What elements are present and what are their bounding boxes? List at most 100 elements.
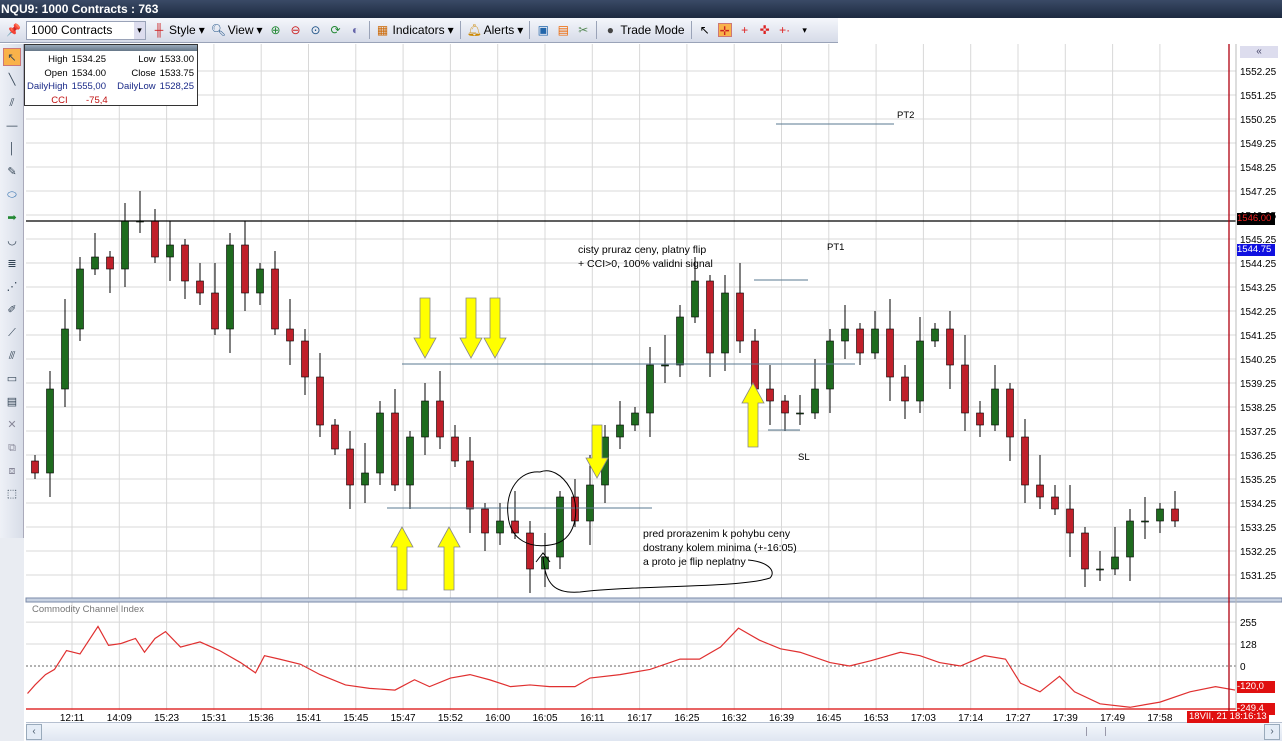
data-window: High 1534.25 Low 1533.00 Open 1534.00 Close 15…: [24, 44, 198, 106]
cursor-time-marker: 18VII, 21 18:16:13: [1187, 711, 1269, 723]
horizontal-scrollbar[interactable]: ‹ ›: [26, 722, 1282, 741]
candle-down: [1051, 496, 1059, 510]
candle-up: [1126, 520, 1134, 558]
y-tick-label: 1533.25: [1240, 523, 1277, 534]
high-label: High: [48, 54, 68, 66]
candle-down: [856, 328, 864, 354]
candle-up: [1141, 520, 1149, 523]
candle-up: [646, 364, 654, 414]
annotation-line: a proto je flip neplatny: [643, 556, 746, 568]
candle-down: [961, 364, 969, 414]
candle-up: [871, 328, 879, 354]
candle-up: [661, 364, 669, 367]
daily-low-value: 1528,25: [159, 81, 194, 93]
y-tick-label: 1550.25: [1240, 115, 1277, 126]
candle-down: [391, 412, 399, 486]
fibonacci-icon[interactable]: ≣: [3, 255, 21, 273]
candle-down: [31, 460, 39, 474]
channel-icon[interactable]: ⫻: [3, 347, 21, 365]
candle-down: [751, 340, 759, 390]
layers-icon[interactable]: ⧈: [3, 462, 21, 480]
annotation-line: + CCI>0, 100% validni signal: [578, 258, 713, 270]
annotation-line: cisty pruraz ceny, platny flip: [578, 244, 707, 256]
line-tool-icon[interactable]: ╲: [3, 71, 21, 89]
ellipse-icon[interactable]: ⬭: [3, 186, 21, 204]
sl-label: SL: [798, 452, 810, 463]
panel-splitter: [25, 597, 1282, 603]
left-panel-bottom: [0, 538, 24, 741]
candle-up: [406, 436, 414, 486]
candle-down: [196, 280, 204, 294]
candle-up: [721, 292, 729, 354]
candle-up: [556, 496, 564, 558]
arc-icon[interactable]: ◡: [3, 232, 21, 250]
y-tick-label: 1539.25: [1240, 379, 1277, 390]
ruler-icon[interactable]: ▭: [3, 370, 21, 388]
pt2-label: PT2: [897, 110, 915, 121]
daily-high-label: DailyHigh: [27, 81, 68, 93]
high-value: 1534.25: [71, 54, 106, 66]
scroll-thumb-grip[interactable]: [1086, 727, 1106, 736]
candle-down: [886, 328, 894, 378]
scroll-left-button[interactable]: ‹: [26, 724, 42, 740]
candle-down: [766, 388, 774, 402]
delete-icon[interactable]: ✕: [3, 416, 21, 434]
horizontal-line-icon[interactable]: —: [3, 117, 21, 135]
box-select-icon[interactable]: ⬚: [3, 485, 21, 503]
gann-icon[interactable]: ⟋: [3, 324, 21, 342]
candle-down: [1021, 436, 1029, 486]
candle-down: [286, 328, 294, 342]
candle-down: [271, 268, 279, 330]
indicator-panel: [26, 602, 1236, 710]
candle-up: [931, 328, 939, 342]
arrow-tool-icon[interactable]: ➡: [3, 209, 21, 227]
candle-up: [796, 412, 804, 415]
open-value: 1534.00: [71, 67, 106, 79]
select-tool-icon[interactable]: ↖: [3, 48, 21, 66]
candle-down: [436, 400, 444, 438]
candle-down: [1171, 508, 1179, 522]
price-chart[interactable]: 1552.25 1551.25 1550.25 1549.25 1548.25 1547.…: [0, 0, 1282, 741]
candle-up: [166, 244, 174, 258]
candle-up: [841, 328, 849, 342]
candle-down: [1036, 484, 1044, 498]
pitchfork-icon[interactable]: ⋰: [3, 278, 21, 296]
last-price-marker: 1544.75: [1237, 244, 1275, 256]
collapse-axis-button[interactable]: «: [1240, 46, 1278, 58]
candle-up: [916, 340, 924, 402]
text-tool-icon[interactable]: ▤: [3, 393, 21, 411]
parallel-lines-icon[interactable]: ⫽: [3, 94, 21, 112]
price-line-marker: 1546.00: [1237, 213, 1275, 225]
y-tick-label: 1548.25: [1240, 163, 1277, 174]
candle-down: [331, 424, 339, 450]
annotation-line: dostrany kolem minima (+-16:05): [643, 542, 797, 554]
y-tick-label: 1549.25: [1240, 139, 1277, 150]
scroll-right-button[interactable]: ›: [1264, 724, 1280, 740]
candle-down: [451, 436, 459, 462]
candle-up: [46, 388, 54, 474]
note-icon[interactable]: ✎: [3, 163, 21, 181]
candle-up: [76, 268, 84, 330]
candle-down: [781, 400, 789, 414]
candle-up: [256, 268, 264, 294]
candle-down: [736, 292, 744, 342]
pt1-label: PT1: [827, 242, 845, 253]
vertical-line-icon[interactable]: │: [3, 140, 21, 158]
candle-down: [946, 328, 954, 366]
low-value: 1533.00: [159, 54, 194, 66]
copy-icon[interactable]: ⧉: [3, 439, 21, 457]
y-tick-label: 1536.25: [1240, 451, 1277, 462]
cci-tick-label: 255: [1240, 618, 1257, 629]
pencil-icon[interactable]: ✐: [3, 301, 21, 319]
cci-value: -75,4: [86, 94, 108, 106]
y-tick-label: 1535.25: [1240, 475, 1277, 486]
candle-down: [526, 532, 534, 570]
candle-down: [106, 256, 114, 270]
y-tick-label: 1547.25: [1240, 187, 1277, 198]
y-tick-label: 1538.25: [1240, 403, 1277, 414]
candle-down: [466, 460, 474, 510]
candle-up: [811, 388, 819, 414]
candle-up: [121, 220, 129, 270]
y-tick-label: 1540.25: [1240, 355, 1277, 366]
candle-up: [826, 340, 834, 390]
